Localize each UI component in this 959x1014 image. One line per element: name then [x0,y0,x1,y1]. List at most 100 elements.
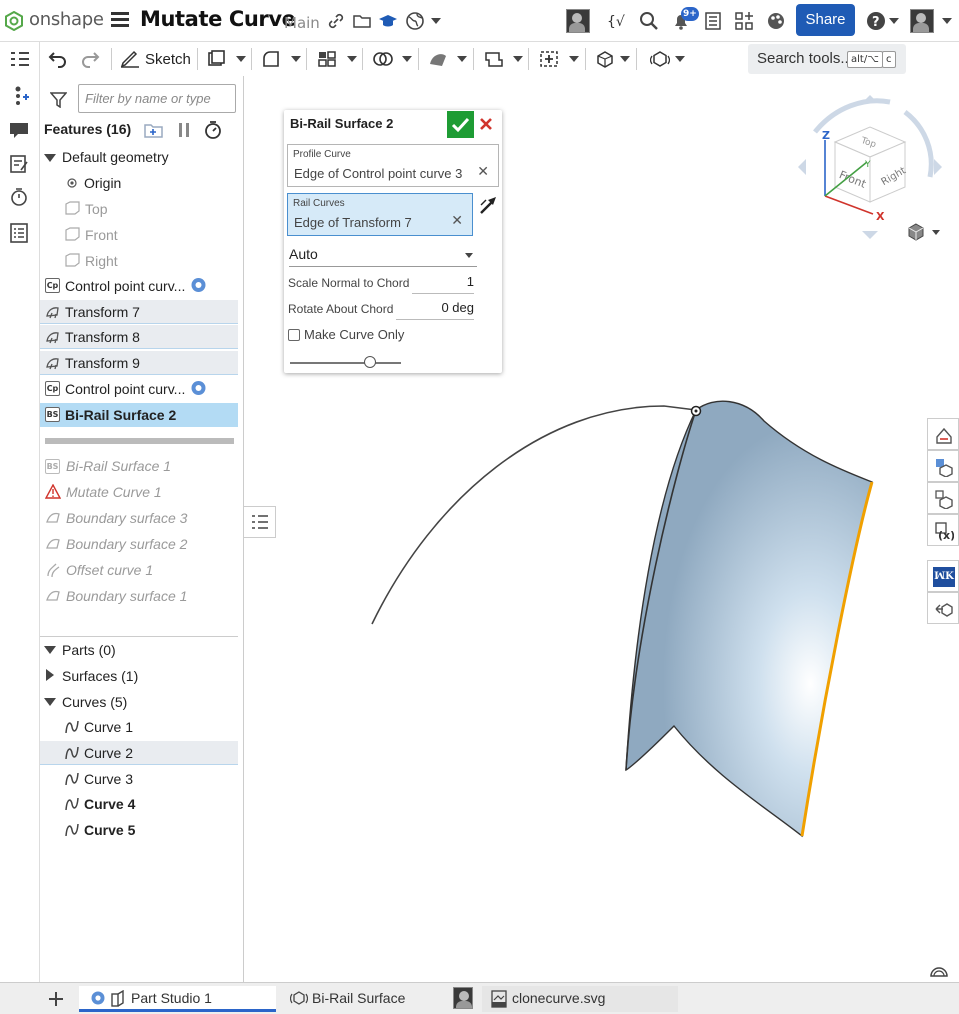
sketch-icon[interactable] [120,50,140,68]
rotate-input[interactable]: 0 deg [396,300,474,320]
undo-icon[interactable] [48,50,68,68]
chevron-down-icon[interactable] [347,56,357,62]
tab-clonecurve-svg[interactable]: clonecurve.svg [482,986,678,1012]
variable-table-button[interactable]: (x) [927,514,959,546]
appearance-icon[interactable] [766,11,786,31]
feature-row[interactable]: Transform 8 [40,325,238,349]
variables-icon[interactable]: {√} [606,11,626,31]
scale-input[interactable]: 1 [412,274,474,294]
bill-of-materials-icon[interactable] [9,222,29,244]
custom-feature-icon[interactable] [650,50,670,68]
make-curve-label[interactable]: Make Curve Only [304,327,404,342]
filter-input[interactable]: Filter by name or type [78,84,236,113]
rolled-back-feature[interactable]: Bi-Rail Surface 1 [66,458,171,474]
view-cube[interactable]: Top Front Right Z X Y [795,92,945,242]
plane-icon[interactable] [484,50,504,68]
feature-row[interactable]: Cp Control point curv... [40,377,238,401]
curves-header[interactable]: Curves (5) [62,694,127,710]
timer-icon[interactable] [204,121,222,139]
chevron-down-icon[interactable] [675,56,685,62]
chevron-down-icon[interactable] [457,56,467,62]
render-mode-icon[interactable] [929,962,949,978]
onshape-logo-icon[interactable] [5,11,23,31]
chevron-down-icon[interactable] [942,18,952,24]
rollback-bar[interactable] [45,438,234,444]
default-geometry-label[interactable]: Default geometry [62,149,169,165]
clear-icon[interactable]: ✕ [451,213,463,229]
feature-row[interactable]: Transform 9 [40,351,238,375]
feature-row[interactable]: Cp Control point curv... [40,274,238,298]
expand-icon[interactable] [46,669,54,681]
curve-row[interactable]: Curve 5 [40,818,238,842]
tab-part-studio[interactable]: Part Studio 1 [79,986,276,1012]
plane-front[interactable]: Front [85,227,118,243]
rolled-back-feature[interactable]: Boundary surface 1 [66,588,187,604]
curve-row[interactable]: Curve 2 [40,741,238,765]
chevron-down-icon[interactable] [620,56,630,62]
plane-top[interactable]: Top [85,201,108,217]
chevron-down-icon[interactable] [431,18,441,24]
feature-row-active[interactable]: BS Bi-Rail Surface 2 [40,403,238,427]
filter-icon[interactable] [50,92,67,108]
search-tools-button[interactable]: Search tools... alt/⌥ c [748,44,906,74]
curve-row[interactable]: Curve 3 [40,767,238,791]
add-folder-icon[interactable] [144,122,163,138]
cancel-button[interactable] [478,116,494,132]
rail-curves-field[interactable]: Rail Curves Edge of Transform 7 ✕ [287,193,473,236]
collapse-icon[interactable] [44,154,56,162]
rolled-back-feature[interactable]: Boundary surface 3 [66,510,187,526]
curve-row[interactable]: Curve 4 [40,792,238,816]
feature-row[interactable]: Transform 7 [40,300,238,324]
add-tab-icon[interactable] [48,991,64,1007]
comments-icon[interactable] [8,120,30,140]
curve-row[interactable]: Curve 1 [40,715,238,739]
plane-right[interactable]: Right [85,253,118,269]
collaborator-avatar[interactable] [453,987,473,1009]
branch-label[interactable]: Main [284,14,320,32]
make-curve-checkbox[interactable] [288,329,300,341]
slider-track[interactable] [290,362,401,364]
info-icon[interactable] [191,277,206,293]
bi-rail-surface[interactable] [625,400,873,838]
avatar[interactable] [566,9,590,33]
tab-bi-rail-surface[interactable]: Bi-Rail Surface [280,986,445,1012]
redo-icon[interactable] [80,50,100,68]
configurations-button[interactable] [927,482,959,514]
fillet-icon[interactable] [261,50,281,68]
link-icon[interactable] [326,11,346,31]
app-store-icon[interactable] [734,11,754,31]
accept-button[interactable] [447,111,474,138]
user-avatar[interactable] [910,9,934,33]
custom-app-button[interactable]: ꟽK [927,560,959,592]
info-icon[interactable] [191,380,206,396]
slider-knob[interactable] [363,356,376,368]
help-icon[interactable]: ? [866,11,886,31]
release-candidates-icon[interactable] [703,11,723,31]
chevron-down-icon[interactable] [291,56,301,62]
mass-properties-button[interactable] [927,450,959,482]
mode-select[interactable]: Auto [289,243,477,267]
boolean-icon[interactable] [373,50,393,68]
collapse-icon[interactable] [44,646,56,654]
pattern-icon[interactable] [317,50,337,68]
surface-icon[interactable] [428,50,448,68]
sketch-button[interactable]: Sketch [145,51,191,68]
chevron-down-icon[interactable] [889,18,899,24]
globe-icon[interactable] [405,11,425,31]
history-icon[interactable] [9,187,29,207]
rolled-back-feature[interactable]: Mutate Curve 1 [66,484,162,500]
clear-icon[interactable]: ✕ [477,164,489,180]
chevron-down-icon[interactable] [932,230,940,235]
chevron-down-icon[interactable] [236,56,246,62]
surfaces-header[interactable]: Surfaces (1) [62,668,138,684]
parts-list-button[interactable] [927,592,959,624]
flip-direction-icon[interactable] [478,195,498,215]
rolled-back-feature[interactable]: Offset curve 1 [66,562,153,578]
measure-icon[interactable] [595,50,615,68]
chevron-down-icon[interactable] [402,56,412,62]
appearance-panel-button[interactable] [927,418,959,450]
share-button[interactable]: Share [796,4,855,36]
chevron-down-icon[interactable] [513,56,523,62]
extrude-icon[interactable] [206,50,226,68]
origin-label[interactable]: Origin [84,175,121,191]
